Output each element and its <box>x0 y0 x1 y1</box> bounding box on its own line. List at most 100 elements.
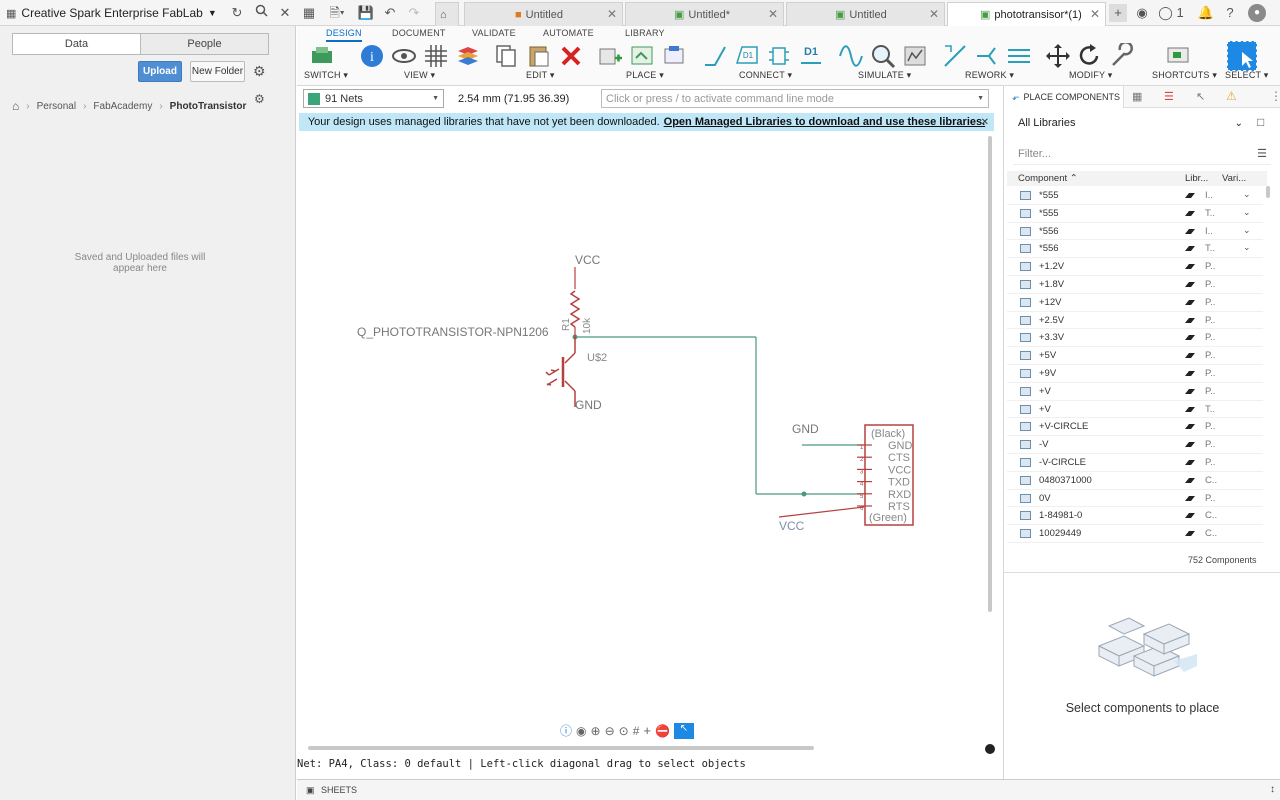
switch-icon[interactable] <box>310 43 336 69</box>
filter-settings-icon[interactable]: ☰ <box>1257 147 1267 160</box>
chevron-down-icon[interactable]: ⌄ <box>1243 225 1251 236</box>
vertical-scrollbar[interactable] <box>988 136 992 612</box>
doc-tab-3[interactable]: ▣ Untitled ✕ <box>786 2 945 26</box>
name-icon[interactable]: D1 <box>734 43 760 69</box>
jobs-status[interactable]: ◯ 1 <box>1158 4 1184 22</box>
search-icon[interactable] <box>252 4 270 22</box>
upload-button[interactable]: Upload <box>138 61 182 82</box>
component-row[interactable]: 1-84981-0 C.. <box>1007 507 1263 526</box>
component-row[interactable]: -V-CIRCLE P.. <box>1007 454 1263 472</box>
breadcrumb-item[interactable]: FabAcademy <box>93 101 152 112</box>
save-icon[interactable]: 💾 <box>357 4 375 22</box>
new-folder-button[interactable]: New Folder <box>190 61 245 82</box>
component-row[interactable]: +5V P.. <box>1007 347 1263 365</box>
eye-icon[interactable]: ◉ <box>576 724 586 738</box>
apps-grid-icon[interactable]: ▦ <box>300 4 318 22</box>
open-managed-libraries-link[interactable]: Open Managed Libraries to download and u… <box>664 116 986 128</box>
home-tab[interactable]: ⌂ <box>435 2 459 26</box>
zoom-in-icon[interactable]: ⊕ <box>591 724 601 738</box>
canvas-corner-icon[interactable] <box>985 744 995 754</box>
grid-icon[interactable]: # <box>633 724 640 738</box>
connector-pin-label[interactable]: TXD <box>888 477 910 489</box>
tab-design[interactable]: DESIGN <box>326 28 362 42</box>
close-tab-icon[interactable]: ✕ <box>607 7 617 21</box>
undo-icon[interactable]: ↶ <box>381 4 399 22</box>
filter-input[interactable]: Filter... ☰ <box>1013 143 1271 165</box>
component-row[interactable]: *555 T.. ⌄ <box>1007 205 1263 223</box>
label-icon[interactable] <box>766 43 792 69</box>
gear-icon[interactable]: ⚙ <box>253 63 266 80</box>
connector-pin-label[interactable]: RXD <box>888 489 911 501</box>
warning-icon[interactable]: ⚠ <box>1226 89 1237 103</box>
layers-icon[interactable]: ☰ <box>1164 90 1174 103</box>
probe-icon[interactable] <box>870 43 896 69</box>
close-tab-icon[interactable]: ✕ <box>1090 7 1100 21</box>
tab-document[interactable]: DOCUMENT <box>392 28 446 38</box>
simulate-icon[interactable] <box>838 43 864 69</box>
select-icon[interactable]: ↖ <box>673 722 694 739</box>
library-manager-icon[interactable]: □ <box>1257 115 1264 129</box>
chevron-down-icon[interactable]: ⌄ <box>1243 242 1251 253</box>
team-switcher[interactable]: ▦ Creative Spark Enterprise FabLab ▼ <box>6 6 217 20</box>
close-tab-icon[interactable]: ✕ <box>768 7 778 21</box>
group-switch[interactable]: SWITCH ▾ <box>304 70 348 81</box>
component-row[interactable]: +V P.. <box>1007 383 1263 401</box>
grid-icon[interactable] <box>423 43 449 69</box>
component-row[interactable]: +V-CIRCLE P.. <box>1007 418 1263 437</box>
more-icon[interactable]: ⋮ <box>1270 89 1280 103</box>
tab-place-components[interactable]: ⬐ PLACE COMPONENTS <box>1004 86 1124 108</box>
sheets-bar[interactable]: ▣ SHEETS ↕ <box>297 779 1280 800</box>
place-frame-icon[interactable] <box>661 43 687 69</box>
place-component-icon[interactable] <box>629 43 655 69</box>
close-icon[interactable]: ✕ <box>276 4 294 22</box>
route-icon[interactable] <box>974 43 1000 69</box>
home-icon[interactable]: ⌂ <box>12 99 19 113</box>
part-name-u2[interactable]: U$2 <box>587 352 607 364</box>
gnd-label[interactable]: GND <box>575 398 602 412</box>
settings-icon[interactable]: ⚙ <box>254 92 265 106</box>
stop-icon[interactable]: ⛔ <box>655 724 670 738</box>
component-row[interactable]: +3.3V P.. <box>1007 329 1263 348</box>
group-select[interactable]: SELECT ▾ <box>1225 70 1268 81</box>
netname-icon[interactable]: D1 <box>798 43 824 69</box>
connector-pin-label[interactable]: GND <box>888 440 913 452</box>
horizontal-scrollbar[interactable] <box>308 746 814 750</box>
vcc-label[interactable]: VCC <box>779 519 805 533</box>
component-row[interactable]: 0V P.. <box>1007 490 1263 508</box>
new-tab-icon[interactable]: + <box>1109 4 1127 22</box>
group-simulate[interactable]: SIMULATE ▾ <box>858 70 911 81</box>
connector-top-label[interactable]: (Black) <box>871 428 905 440</box>
gnd-label[interactable]: GND <box>792 422 819 436</box>
move-icon[interactable] <box>1045 43 1071 69</box>
selection-filter-icon[interactable]: ↖ <box>1196 90 1205 103</box>
tab-automate[interactable]: AUTOMATE <box>543 28 594 38</box>
group-rework[interactable]: REWORK ▾ <box>965 70 1014 81</box>
info-icon[interactable]: ⓘ <box>560 722 572 739</box>
doc-tab-1[interactable]: ■ Untitled ✕ <box>464 2 623 26</box>
group-view[interactable]: VIEW ▾ <box>404 70 435 81</box>
column-variant[interactable]: Vari... <box>1222 173 1246 184</box>
component-row[interactable]: +2.5V P.. <box>1007 312 1263 330</box>
resistor-name[interactable]: R1 <box>561 318 572 331</box>
resistor-value[interactable]: 10k <box>582 317 593 334</box>
chevron-down-icon[interactable]: ⌄ <box>1243 207 1251 218</box>
tab-data[interactable]: Data <box>12 33 141 55</box>
paste-icon[interactable] <box>526 43 552 69</box>
ripup-icon[interactable] <box>942 43 968 69</box>
tab-people[interactable]: People <box>140 33 269 55</box>
command-line-input[interactable]: Click or press / to activate command lin… <box>601 89 989 108</box>
file-menu-icon[interactable]: 🗎▾ <box>324 4 350 22</box>
crosshair-icon[interactable]: + <box>643 723 651 738</box>
component-row[interactable]: +12V P.. <box>1007 294 1263 312</box>
extensions-icon[interactable]: ◉ <box>1133 4 1151 22</box>
group-edit[interactable]: EDIT ▾ <box>526 70 555 81</box>
zoom-out-icon[interactable]: ⊖ <box>605 724 615 738</box>
library-select[interactable]: All Libraries ⌄ <box>1013 113 1247 133</box>
list-scrollbar[interactable] <box>1266 186 1270 198</box>
component-row[interactable]: -V P.. <box>1007 436 1263 454</box>
close-tab-icon[interactable]: ✕ <box>929 7 939 21</box>
tab-library[interactable]: LIBRARY <box>625 28 665 38</box>
component-row[interactable]: *556 T.. ⌄ <box>1007 240 1263 259</box>
doc-tab-active[interactable]: ▣ phototransisor*(1) ✕ <box>947 2 1106 26</box>
close-icon[interactable]: ✕ <box>981 117 989 128</box>
